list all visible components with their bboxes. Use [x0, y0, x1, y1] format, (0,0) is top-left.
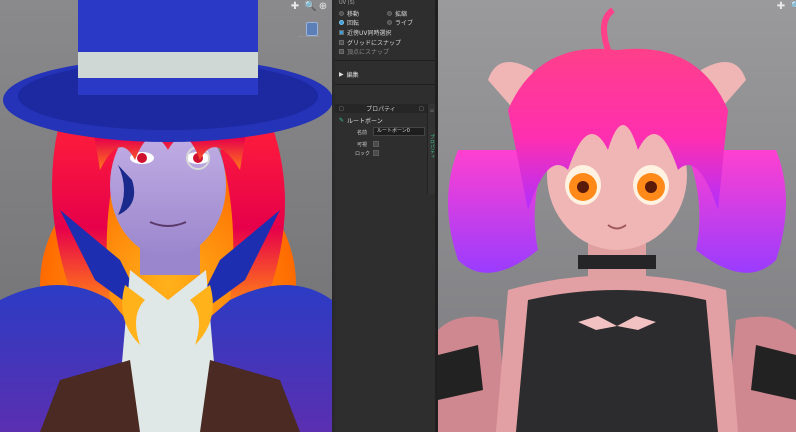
viewport-left[interactable]: ✚ 🔍 ⊕: [0, 0, 332, 432]
name-input[interactable]: ルートボーン0: [373, 127, 425, 136]
divider: [335, 84, 435, 85]
visible-label: 可視: [357, 142, 368, 148]
radio-live[interactable]: [387, 20, 392, 25]
uv-properties-panel: UV (S) 移動 拡縮 回転 ライブ 近傍UV同時選択 グリッドにスナップ 頂…: [335, 0, 436, 432]
move-view-icon[interactable]: ✚: [290, 2, 300, 12]
viewport-left-toolbar: ✚ 🔍 ⊕: [290, 2, 328, 12]
properties-header: プロパティ: [335, 104, 427, 113]
panel-header: UV (S): [339, 0, 355, 6]
edit-section-toggle[interactable]: ▶ 編集: [339, 70, 359, 79]
radio-move[interactable]: [339, 11, 344, 16]
bone-icon: ✎: [339, 117, 345, 124]
checkbox-vertex-snap[interactable]: [339, 49, 344, 54]
checkbox-grid-snap[interactable]: [339, 40, 344, 45]
lock-label: ロック: [355, 151, 371, 157]
character-render-right: [438, 7, 796, 432]
radio-scale[interactable]: [387, 11, 392, 16]
grid-indicator-icon: [298, 36, 320, 43]
panel-pin-icon[interactable]: □: [419, 106, 424, 112]
option-grid-snap[interactable]: グリッドにスナップ: [339, 38, 401, 47]
zoom-icon[interactable]: 🔍: [304, 2, 316, 12]
viewport-right[interactable]: ✚ 🔍: [438, 0, 796, 432]
node-title: ✎ ルートボーン: [339, 117, 383, 125]
triangle-right-icon: ▶: [339, 71, 344, 78]
mode-live[interactable]: ライブ: [387, 18, 413, 27]
move-view-icon[interactable]: ✚: [776, 2, 786, 12]
divider: [335, 60, 435, 61]
viewport-right-toolbar: ✚ 🔍: [776, 2, 796, 12]
navigation-cube[interactable]: [306, 22, 318, 36]
mode-scale[interactable]: 拡縮: [387, 9, 407, 18]
lock-checkbox[interactable]: [373, 150, 379, 156]
orbit-icon[interactable]: ⊕: [318, 2, 328, 12]
visible-checkbox[interactable]: [373, 141, 379, 147]
panel-close-icon[interactable]: □: [339, 106, 344, 112]
option-nearby-uv[interactable]: 近傍UV同時選択: [339, 28, 392, 37]
name-label: 名前: [357, 130, 368, 136]
checkbox-nearby-uv[interactable]: [339, 30, 344, 35]
character-render-left: [0, 0, 332, 432]
zoom-icon[interactable]: 🔍: [790, 2, 796, 12]
mode-move[interactable]: 移動: [339, 9, 359, 18]
mode-rotate[interactable]: 回転: [339, 18, 359, 27]
option-vertex-snap[interactable]: 頂点にスナップ: [339, 47, 389, 56]
radio-rotate[interactable]: [339, 20, 344, 25]
